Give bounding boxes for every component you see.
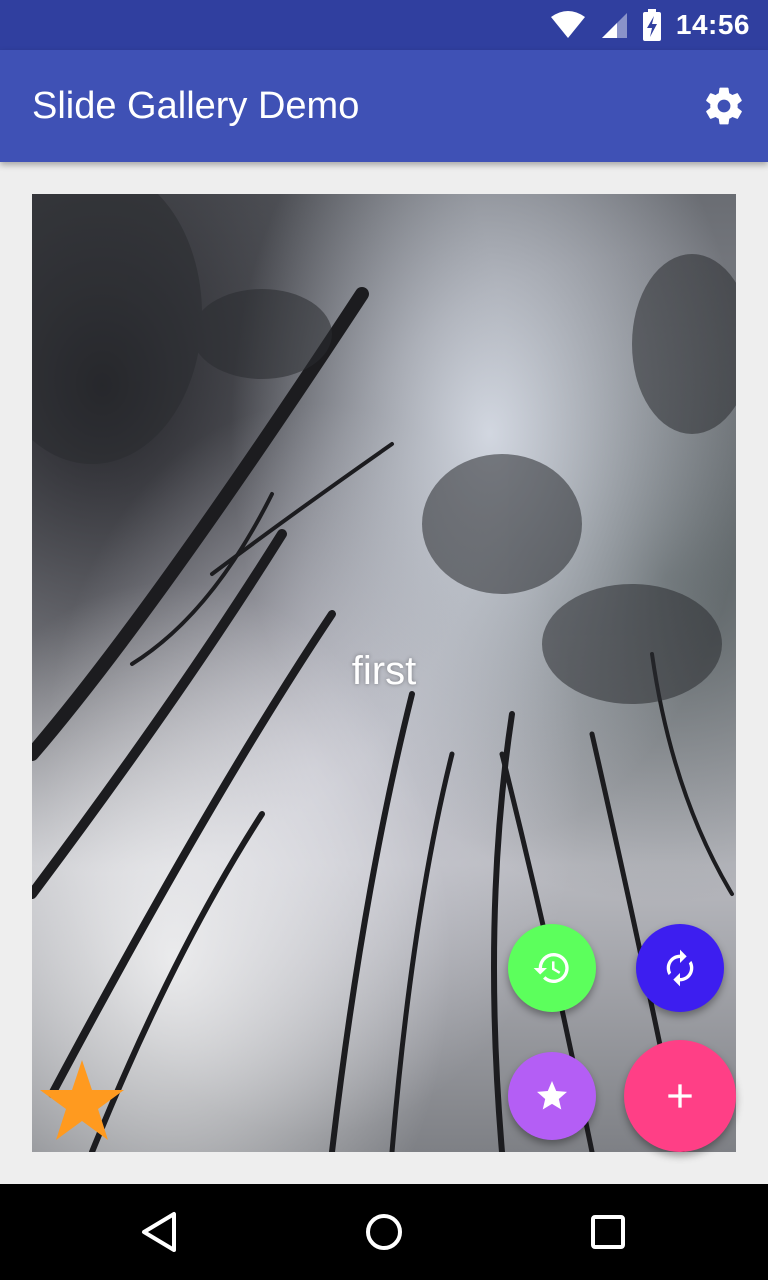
- app-title: Slide Gallery Demo: [32, 85, 360, 127]
- gallery-slide[interactable]: first: [32, 194, 736, 1152]
- recents-icon[interactable]: [584, 1208, 632, 1256]
- refresh-fab-button[interactable]: [636, 924, 724, 1012]
- slide-label: first: [351, 649, 417, 693]
- refresh-icon: [666, 949, 694, 987]
- status-bar: 14:56: [0, 0, 768, 50]
- back-icon[interactable]: [136, 1208, 184, 1256]
- battery-charging-icon: [642, 9, 661, 41]
- history-icon: [533, 953, 569, 983]
- navigation-bar: [0, 1184, 768, 1280]
- star-icon: [537, 1081, 567, 1110]
- app-bar: Slide Gallery Demo: [0, 50, 768, 162]
- status-time: 14:56: [675, 9, 750, 40]
- status-icons: 14:56: [550, 0, 750, 50]
- plus-icon: [668, 1084, 692, 1108]
- favorite-star-icon[interactable]: [40, 1060, 124, 1142]
- cellular-signal-icon: [601, 13, 627, 38]
- add-fab-button[interactable]: [624, 1040, 736, 1152]
- favorite-fab-button[interactable]: [508, 1052, 596, 1140]
- history-fab-button[interactable]: [508, 924, 596, 1012]
- home-icon[interactable]: [360, 1208, 408, 1256]
- settings-gear-icon[interactable]: [702, 84, 746, 128]
- wifi-icon: [550, 11, 585, 38]
